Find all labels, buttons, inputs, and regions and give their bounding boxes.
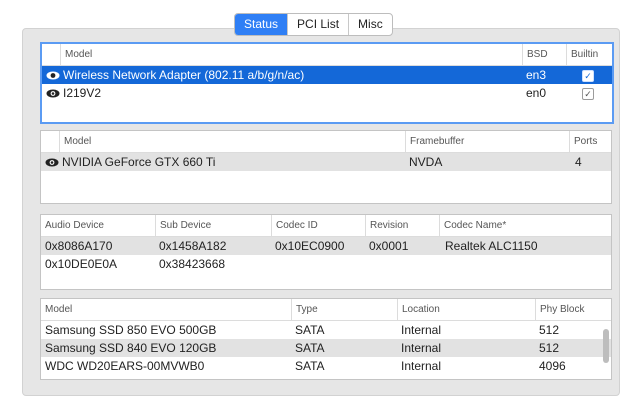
column-header-audio-device[interactable]: Audio Device	[41, 215, 104, 236]
column-header-codec-name[interactable]: Codec Name*	[439, 215, 506, 236]
network-row[interactable]: Wireless Network Adapter (802.11 a/b/g/n…	[42, 66, 612, 84]
phy-block-cell: 512	[539, 323, 560, 337]
network-table-header: Model BSD Builtin	[42, 44, 612, 66]
audio-device-cell: 0x10DE0E0A	[45, 257, 118, 271]
sub-device-cell: 0x1458A182	[159, 239, 227, 253]
audio-device-cell: 0x8086A170	[45, 239, 113, 253]
network-bsd: en0	[526, 86, 547, 100]
column-header-codec-id[interactable]: Codec ID	[271, 215, 318, 236]
model-cell: NVIDIA GeForce GTX 660 Ti	[45, 153, 215, 171]
tab-bar: Status PCI List Misc	[234, 13, 393, 36]
model-cell: Wireless Network Adapter (802.11 a/b/g/n…	[46, 66, 304, 84]
network-model: Wireless Network Adapter (802.11 a/b/g/n…	[63, 68, 305, 82]
audio-row[interactable]: 0x8086A170 0x1458A182 0x10EC0900 0x0001 …	[41, 237, 611, 255]
column-header-sub-device[interactable]: Sub Device	[155, 215, 211, 236]
type-cell: SATA	[295, 341, 325, 355]
tab-misc[interactable]: Misc	[349, 14, 392, 35]
column-header-phy-block[interactable]: Phy Block	[535, 299, 584, 320]
column-header-revision[interactable]: Revision	[365, 215, 408, 236]
type-cell: SATA	[295, 359, 325, 373]
model-cell: Samsung SSD 840 EVO 120GB	[45, 341, 217, 355]
codec-name-cell: Realtek ALC1150	[445, 239, 538, 253]
checkmark-icon: ✓	[584, 89, 592, 99]
storage-row[interactable]: Samsung SSD 850 EVO 500GB SATA Internal …	[41, 321, 611, 339]
builtin-checkbox[interactable]: ✓	[582, 70, 594, 82]
column-header-ports[interactable]: Ports	[569, 131, 597, 152]
storage-scrollbar[interactable]	[602, 321, 609, 377]
graphics-ports: 4	[575, 155, 582, 169]
eye-icon	[46, 71, 60, 80]
storage-table-header: Model Type Location Phy Block	[41, 299, 611, 321]
model-cell: Samsung SSD 850 EVO 500GB	[45, 323, 217, 337]
phy-block-cell: 512	[539, 341, 560, 355]
storage-row[interactable]: Samsung SSD 840 EVO 120GB SATA Internal …	[41, 339, 611, 357]
tab-status[interactable]: Status	[235, 14, 289, 35]
type-cell: SATA	[295, 323, 325, 337]
audio-table-header: Audio Device Sub Device Codec ID Revisio…	[41, 215, 611, 237]
model-cell: I219V2	[46, 84, 101, 102]
network-table[interactable]: Model BSD Builtin Wireless Network Adapt…	[40, 42, 614, 124]
graphics-row[interactable]: NVIDIA GeForce GTX 660 Ti NVDA 4	[41, 153, 611, 171]
graphics-table-header: Model Framebuffer Ports	[41, 131, 611, 153]
location-cell: Internal	[401, 323, 442, 337]
revision-cell: 0x0001	[369, 239, 409, 253]
audio-row[interactable]: 0x10DE0E0A 0x38423668	[41, 255, 611, 273]
network-row[interactable]: I219V2 en0 ✓	[42, 84, 612, 102]
phy-block-cell: 4096	[539, 359, 566, 373]
graphics-framebuffer: NVDA	[409, 155, 443, 169]
model-cell: WDC WD20EARS-00MVWB0	[45, 359, 205, 373]
column-header-model[interactable]: Model	[59, 131, 91, 152]
audio-table[interactable]: Audio Device Sub Device Codec ID Revisio…	[40, 214, 612, 290]
graphics-table[interactable]: Model Framebuffer Ports NVIDIA GeForce G…	[40, 130, 612, 204]
column-header-model[interactable]: Model	[41, 299, 72, 320]
tab-pci-list[interactable]: PCI List	[288, 14, 350, 35]
network-bsd: en3	[526, 68, 547, 82]
storage-table[interactable]: Model Type Location Phy Block Samsung SS…	[40, 298, 612, 380]
graphics-model: NVIDIA GeForce GTX 660 Ti	[62, 155, 216, 169]
location-cell: Internal	[401, 359, 442, 373]
eye-icon	[45, 158, 59, 167]
builtin-checkbox[interactable]: ✓	[582, 88, 594, 100]
storage-row[interactable]: WDC WD20EARS-00MVWB0 SATA Internal 4096	[41, 357, 611, 375]
checkmark-icon: ✓	[584, 71, 592, 81]
network-model: I219V2	[63, 86, 102, 100]
column-header-type[interactable]: Type	[291, 299, 318, 320]
scroll-thumb[interactable]	[603, 329, 609, 363]
column-header-bsd[interactable]: BSD	[522, 44, 548, 65]
column-header-location[interactable]: Location	[397, 299, 440, 320]
sub-device-cell: 0x38423668	[159, 257, 226, 271]
column-header-model[interactable]: Model	[60, 44, 92, 65]
eye-icon	[46, 89, 60, 98]
column-header-builtin[interactable]: Builtin	[566, 44, 598, 65]
location-cell: Internal	[401, 341, 442, 355]
codec-id-cell: 0x10EC0900	[275, 239, 345, 253]
column-header-framebuffer[interactable]: Framebuffer	[405, 131, 464, 152]
